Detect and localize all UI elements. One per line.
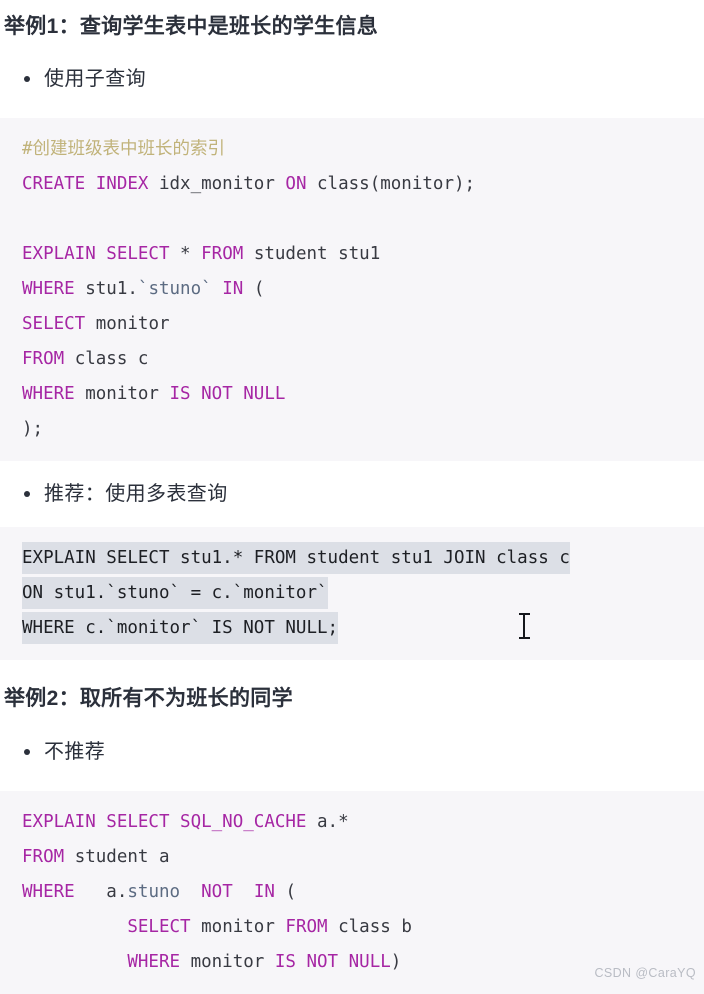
code-line: WHERE monitor IS NOT NULL [0,377,704,412]
code-token-ident [180,882,201,902]
code-token-ident: student stu1 [253,244,381,265]
code-token-ident: a.* [317,811,349,832]
code-line: CREATE INDEX idx_monitor ON class(monito… [0,167,704,202]
code-block-not-in-example[interactable]: EXPLAIN SELECT SQL_NO_CACHE a.* FROM stud… [0,790,704,994]
code-line: EXPLAIN SELECT SQL_NO_CACHE a.* [0,805,704,840]
code-token-kw: WHERE [22,881,86,902]
code-block-subquery-example[interactable]: #创建班级表中班长的索引 CREATE INDEX idx_monitor ON … [0,118,704,462]
code-token-kw: WHERE [127,951,191,972]
code-block-join-example[interactable]: EXPLAIN SELECT stu1.* FROM student stu1 … [0,527,704,661]
code-line: EXPLAIN SELECT * FROM student stu1 [0,237,704,272]
page-title-example-1: 举例1：查询学生表中是班长的学生信息 [4,15,379,38]
bullet-item-label: 使用子查询 [44,68,146,91]
code-token-ident [22,917,127,937]
bullet-item-label: 推荐：使用多表查询 [44,483,228,506]
code-token-kw: WHERE [22,384,86,405]
bullet-dot-icon [24,748,30,755]
code-token-kw: FROM [201,244,254,265]
code-token-kw: ON [285,174,318,195]
code-token-ident: monitor [85,384,170,405]
bullet-dot-icon [24,491,30,498]
code-token-ident: * [180,244,202,265]
watermark: CSDN @CaraYQ [594,966,696,980]
code-line: WHERE a.stuno NOT IN ( [0,875,704,910]
selected-text: ON stu1.`stuno` = c.`monitor` [22,577,328,610]
code-line: SELECT monitor [0,307,704,342]
code-token-ident [22,952,127,972]
code-token-ident: class c [74,349,149,370]
code-token-ident: a. [85,881,128,902]
code-line: ); [0,412,704,447]
page-title-example-2: 举例2：取所有不为班长的同学 [4,687,293,711]
code-token-kw: CREATE INDEX [22,174,159,195]
code-token-kw: NOT IN [201,881,286,902]
top-spacer [0,0,704,14]
code-token-ident: monitor [95,314,170,335]
code-line: #创建班级表中班长的索引 [0,132,704,167]
code-token-kw: EXPLAIN SELECT [22,244,181,265]
code-line: ON stu1.`stuno` = c.`monitor` [0,576,704,611]
code-line: WHERE stu1.`stuno` IN ( [0,272,704,307]
code-token-ident: monitor [201,916,286,937]
code-token-kw: FROM [285,916,339,937]
code-token-ident: ( [285,881,296,902]
code-token-kw: WHERE [22,279,86,300]
code-token-qid: `stuno` [137,279,223,300]
code-token-ident: idx_monitor [158,174,286,195]
code-token-ident: student a [74,846,170,867]
code-token-cmt: #创建班级表中班长的索引 [22,139,226,160]
code-token-kw: SELECT [127,916,202,937]
code-token-ident: class(monitor); [317,174,476,195]
selected-text: EXPLAIN SELECT stu1.* FROM student stu1 … [22,542,570,575]
bullet-dot-icon [24,76,30,83]
code-token-kw: FROM [22,846,75,867]
bullet-item-not-recommended: 不推荐 [0,739,704,765]
code-token-kw: EXPLAIN SELECT SQL_NO_CACHE [22,811,318,832]
bullet-item-subquery: 使用子查询 [0,66,704,92]
code-token-ident: class b [338,916,412,937]
code-token-kw: IN [222,279,254,300]
code-line: FROM student a [0,840,704,875]
code-token-kw: FROM [22,349,75,370]
code-line: FROM class c [0,342,704,377]
code-line: EXPLAIN SELECT stu1.* FROM student stu1 … [0,541,704,576]
bullet-item-label: 不推荐 [44,740,106,763]
selected-text: WHERE c.`monitor` IS NOT NULL; [22,612,339,645]
code-token-ident: stu1. [85,279,138,300]
bullet-item-recommend-join: 推荐：使用多表查询 [0,481,704,507]
code-token-ident: monitor [190,951,275,972]
code-token-kw: IS NOT NULL [169,384,286,405]
code-token-qid: stuno [127,881,181,902]
code-token-kw: SELECT [22,314,96,335]
code-token-kw: IS NOT NULL [274,951,391,972]
code-token-ident: ); [22,419,44,440]
code-line: WHERE c.`monitor` IS NOT NULL; [0,611,704,646]
code-token-ident: ( [253,279,265,300]
code-token-ident: ) [390,951,402,972]
code-line: SELECT monitor FROM class b [0,910,704,945]
